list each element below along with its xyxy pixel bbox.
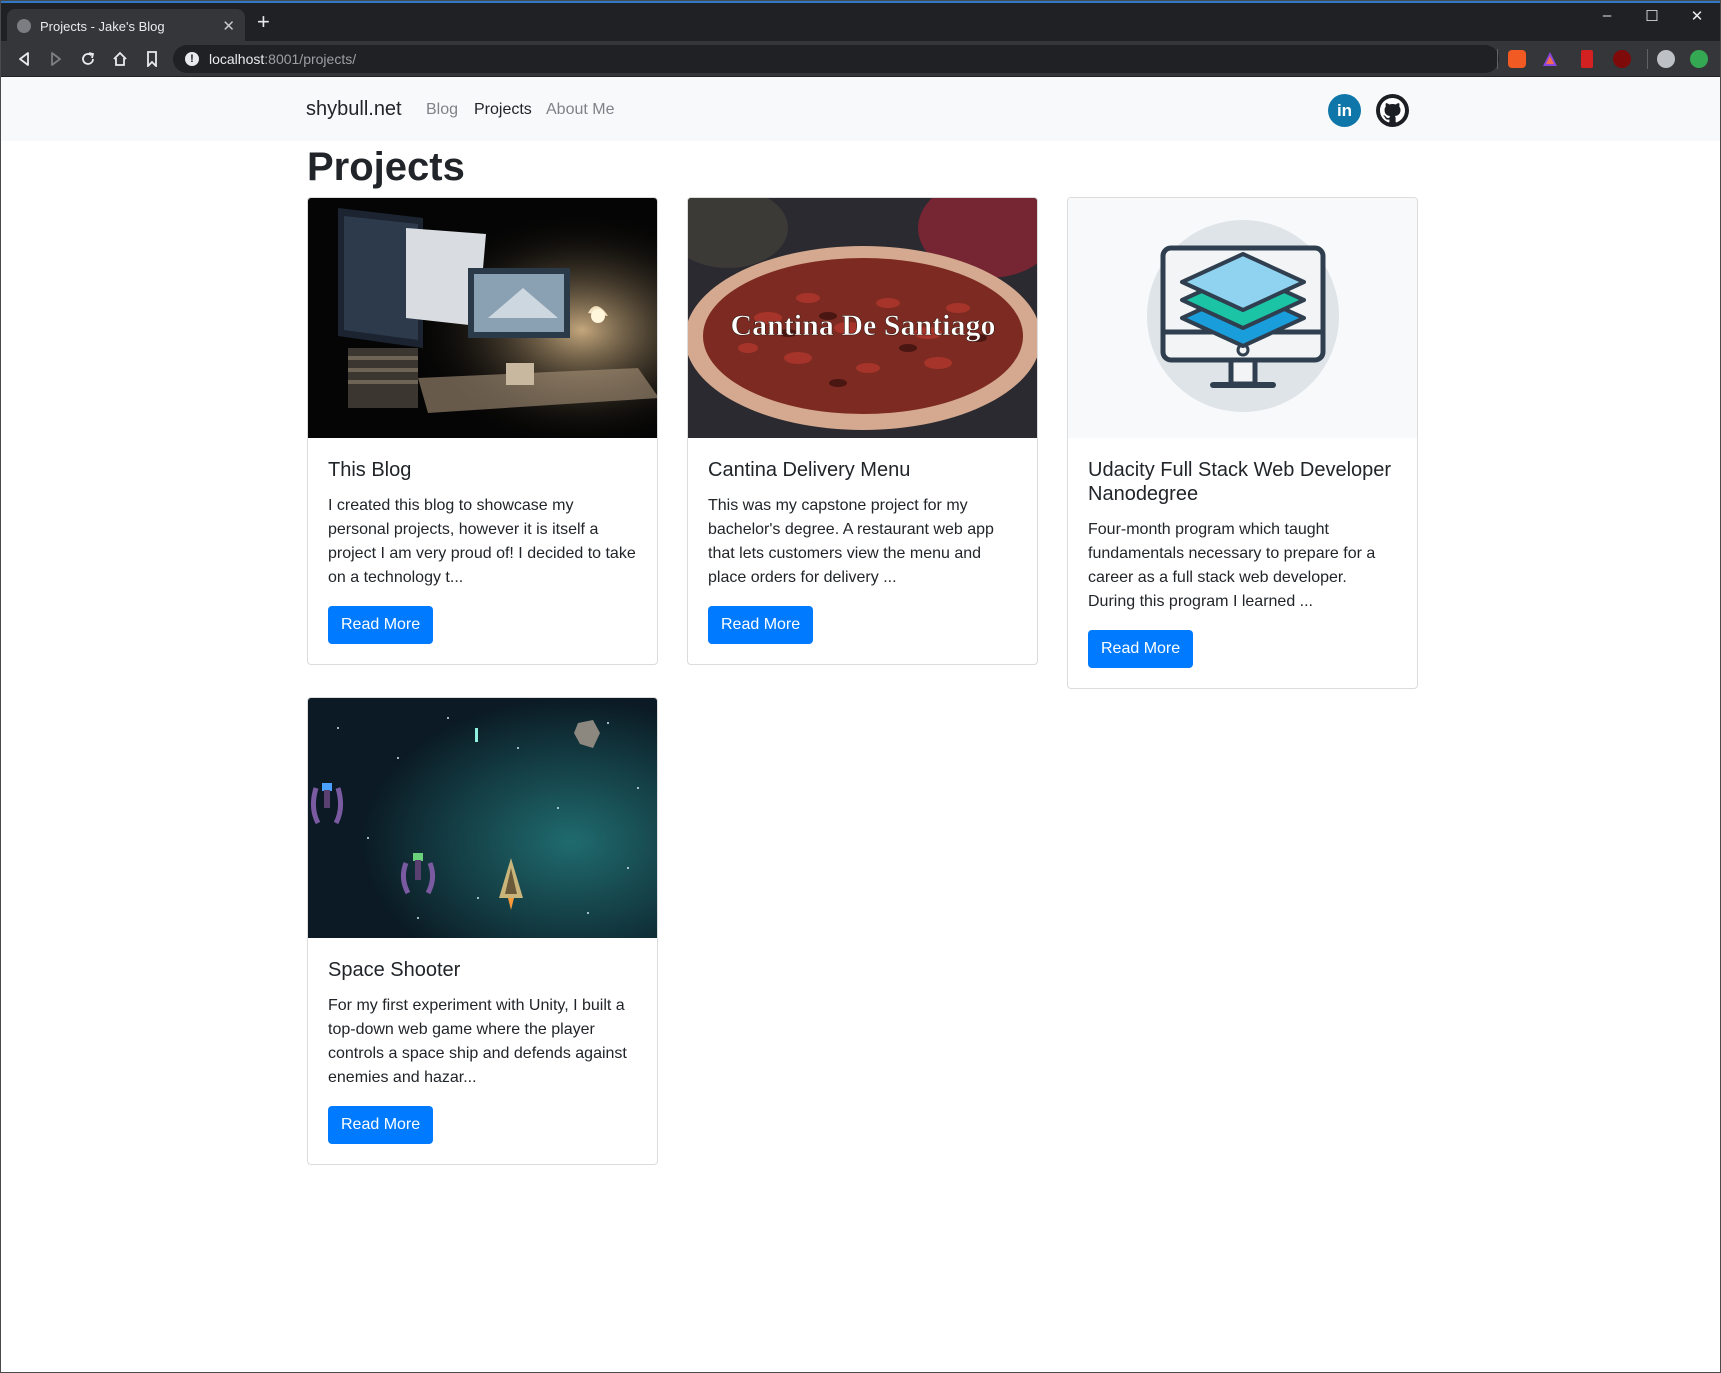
bookmark-button[interactable]	[139, 46, 165, 72]
card-text: I created this blog to showcase my perso…	[328, 497, 636, 586]
linkedin-icon: in	[1336, 100, 1353, 120]
reload-button[interactable]	[75, 46, 101, 72]
read-more-button[interactable]: Read More	[1088, 630, 1194, 668]
read-more-button[interactable]: Read More	[328, 606, 434, 644]
tab-title: Projects - Jake's Blog	[40, 18, 165, 34]
new-tab-button[interactable]: +	[257, 11, 270, 33]
browser-tab[interactable]: Projects - Jake's Blog ✕	[7, 9, 245, 43]
card-image-caption: Cantina De Santiago	[730, 309, 995, 342]
nav-link-about-me[interactable]: About Me	[546, 101, 614, 119]
card-body: This Blog I created this blog to showcas…	[308, 438, 657, 664]
linkedin-link[interactable]: in	[1328, 94, 1361, 127]
minimize-button[interactable]: –	[1587, 7, 1627, 24]
read-more-button[interactable]: Read More	[708, 606, 814, 644]
card-title: Space Shooter	[328, 959, 461, 981]
url-path: :8001/projects/	[264, 51, 357, 67]
update-icon[interactable]	[1690, 50, 1708, 68]
ublock-icon[interactable]	[1613, 50, 1631, 68]
project-card-cantina-delivery-menu: Cantina De Santiago Cantina Delivery Men…	[687, 197, 1038, 665]
address-bar[interactable]: ! localhost:8001/projects/	[173, 45, 1499, 73]
tab-strip: Projects - Jake's Blog ✕ + – ☐ ✕	[1, 1, 1720, 43]
back-icon	[19, 52, 29, 66]
card-image-monitor-illustration	[1068, 198, 1417, 438]
project-card-space-shooter: Space Shooter For my first experiment wi…	[307, 697, 658, 1165]
bookmark-extension-icon[interactable]	[1581, 50, 1593, 68]
card-text: This was my capstone project for my bach…	[708, 497, 994, 586]
browser-toolbar: ! localhost:8001/projects/	[1, 41, 1720, 77]
card-body: Space Shooter For my first experiment wi…	[308, 938, 657, 1164]
card-title: Udacity Full Stack Web Developer Nanodeg…	[1088, 459, 1392, 505]
browser-window: Projects - Jake's Blog ✕ + – ☐ ✕ ! local…	[0, 0, 1721, 1373]
toolbar-divider	[1497, 49, 1498, 69]
card-image-desk-computers	[308, 198, 657, 438]
bookmark-icon	[147, 51, 157, 67]
site-navbar: shybull.net Blog Projects About Me in	[1, 77, 1720, 141]
home-icon	[113, 51, 127, 66]
nav-link-projects[interactable]: Projects	[474, 101, 532, 119]
card-image-chili-peppers: Cantina De Santiago	[688, 198, 1037, 438]
page-title: Projects	[307, 145, 465, 189]
maximize-button[interactable]: ☐	[1632, 7, 1672, 25]
url-host: localhost	[209, 51, 265, 67]
close-tab-icon[interactable]: ✕	[222, 17, 235, 35]
brave-rewards-icon[interactable]	[1541, 50, 1559, 68]
github-icon	[1380, 98, 1405, 123]
github-link[interactable]	[1376, 94, 1409, 127]
card-body: Cantina Delivery Menu This was my capsto…	[688, 438, 1037, 664]
brave-shield-icon[interactable]	[1508, 50, 1526, 68]
card-text: For my first experiment with Unity, I bu…	[328, 997, 627, 1086]
card-title: Cantina Delivery Menu	[708, 459, 911, 481]
site-brand[interactable]: shybull.net	[306, 98, 402, 121]
home-button[interactable]	[107, 46, 133, 72]
project-card-this-blog: This Blog I created this blog to showcas…	[307, 197, 658, 665]
forward-icon	[51, 52, 61, 66]
read-more-button[interactable]: Read More	[328, 1106, 434, 1144]
close-window-button[interactable]: ✕	[1677, 7, 1717, 25]
card-image-space-game	[308, 698, 657, 938]
back-button[interactable]	[11, 46, 37, 72]
card-title: This Blog	[328, 459, 412, 481]
forward-button[interactable]	[43, 46, 69, 72]
card-body: Udacity Full Stack Web Developer Nanodeg…	[1068, 438, 1417, 688]
reload-icon	[82, 52, 95, 65]
globe-icon	[17, 19, 31, 33]
card-text: Four-month program which taught fundamen…	[1088, 521, 1376, 610]
profile-avatar-icon[interactable]	[1657, 50, 1675, 68]
info-icon[interactable]: !	[185, 52, 199, 66]
toolbar-divider-2	[1647, 49, 1648, 69]
project-card-udacity-nanodegree: Udacity Full Stack Web Developer Nanodeg…	[1067, 197, 1418, 689]
nav-link-blog[interactable]: Blog	[426, 101, 458, 119]
